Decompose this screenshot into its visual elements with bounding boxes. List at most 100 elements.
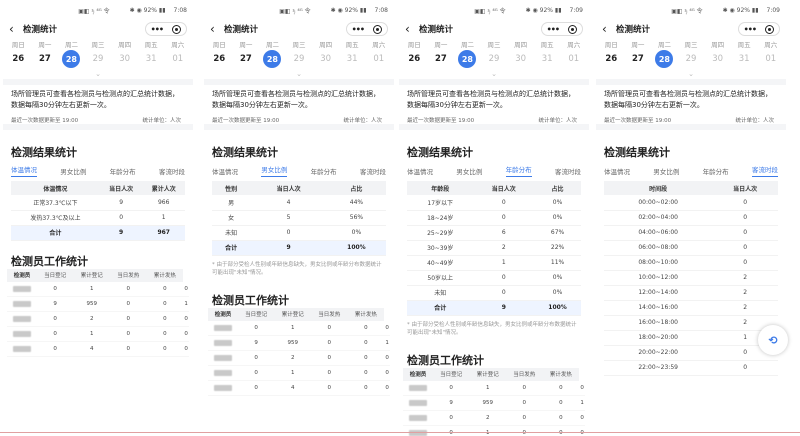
signal-icons: ▣◧ ᵌ᷊ₗ ⁴ᴳ 令 xyxy=(78,7,110,15)
close-target-icon[interactable] xyxy=(172,24,182,34)
table-cell: 56% xyxy=(326,210,386,226)
back-icon[interactable]: ‹ xyxy=(210,23,222,35)
date-item[interactable]: 30 xyxy=(704,54,731,64)
more-icon[interactable]: ••• xyxy=(547,25,560,34)
more-icon[interactable]: ••• xyxy=(352,25,365,34)
unit-label: 统计单位：人次 xyxy=(735,118,774,124)
phone-screen-1: ▣◧ ᵌ᷊ₗ ⁴ᴳ 令 ✱ ◉ 92% ▮▮ 7:08 ‹ 检测统计 ••• 周日 周一 周二周… xyxy=(3,0,193,436)
date-item[interactable]: 31 xyxy=(731,54,758,64)
date-item[interactable]: 26 xyxy=(401,54,428,64)
date-item[interactable]: 27 xyxy=(428,54,455,64)
worker-name-cell xyxy=(403,395,433,411)
date-item[interactable]: 29 xyxy=(286,54,313,64)
date-item[interactable]: 01 xyxy=(757,54,784,64)
more-icon[interactable]: ••• xyxy=(151,25,164,34)
date-item[interactable]: 28 xyxy=(58,50,85,68)
back-icon[interactable]: ‹ xyxy=(9,23,21,35)
back-icon[interactable]: ‹ xyxy=(405,23,417,35)
table-cell: 0 xyxy=(432,410,470,426)
date-item[interactable]: 28 xyxy=(259,50,286,68)
expand-calendar-icon[interactable]: ⌄ xyxy=(3,69,193,79)
mini-program-capsule[interactable]: ••• xyxy=(346,22,388,36)
date-item[interactable]: 26 xyxy=(598,54,625,64)
date-item[interactable]: 26 xyxy=(5,54,32,64)
date-item[interactable]: 30 xyxy=(111,54,138,64)
mini-program-capsule[interactable]: ••• xyxy=(145,22,187,36)
tab-1[interactable]: 男女比例 xyxy=(60,166,86,176)
tab-1[interactable]: 男女比例 xyxy=(261,165,288,177)
date-item[interactable]: 28 xyxy=(454,50,481,68)
tab-2[interactable]: 年龄分布 xyxy=(311,166,337,176)
date-item[interactable]: 29 xyxy=(481,54,508,64)
table-cell: 0 xyxy=(432,425,470,436)
close-target-icon[interactable] xyxy=(373,24,383,34)
mini-program-capsule[interactable]: ••• xyxy=(541,22,583,36)
tab-2[interactable]: 年龄分布 xyxy=(505,165,532,177)
date-item[interactable]: 01 xyxy=(365,54,392,64)
column-header: 检测员 xyxy=(7,268,37,282)
table-cell: 0 xyxy=(36,341,74,357)
nav-bar: ‹ 检测统计 ••• xyxy=(596,20,786,38)
tab-0[interactable]: 体温情况 xyxy=(11,165,37,177)
table-cell: 0 xyxy=(237,365,275,381)
tab-2[interactable]: 年龄分布 xyxy=(703,166,729,176)
tab-3[interactable]: 客流时段 xyxy=(555,166,581,176)
table-row: 9 959 0 0 1 xyxy=(7,296,189,312)
table-cell: 0 xyxy=(579,410,585,426)
date-item[interactable]: 31 xyxy=(339,54,366,64)
table-cell: 2 xyxy=(469,410,507,426)
tab-3[interactable]: 客流时段 xyxy=(159,166,185,176)
table-header: 年龄段 当日人次 占比 xyxy=(407,181,581,195)
expand-calendar-icon[interactable]: ⌄ xyxy=(204,69,394,79)
mini-program-capsule[interactable]: ••• xyxy=(738,22,780,36)
date-item[interactable]: 30 xyxy=(507,54,534,64)
worker-name-cell xyxy=(208,335,238,351)
age: 年龄段 当日人次 占比 17岁以下 0 0% 18~24岁 0 0% 25~29岁 6 67% 30~3… xyxy=(399,178,589,316)
refresh-float-button[interactable]: ⟲ xyxy=(758,325,788,355)
table-cell: 0% xyxy=(534,270,581,286)
description: 场所管理员可查看各检测员与检测点的汇总统计数据，数据每隔30分钟左右更新一次。 xyxy=(11,90,179,109)
expand-calendar-icon[interactable]: ⌄ xyxy=(596,69,786,79)
tab-1[interactable]: 男女比例 xyxy=(653,166,679,176)
table-cell: 2 xyxy=(73,311,111,327)
table-row: 发热37.3℃及以上 0 1 xyxy=(11,210,185,226)
date-item[interactable]: 30 xyxy=(312,54,339,64)
date-item[interactable]: 27 xyxy=(233,54,260,64)
table-cell: 0 xyxy=(110,341,147,357)
table-header: 检测员 当日登记 累计登记 当日发热 累计发热 xyxy=(403,367,585,381)
tab-0[interactable]: 体温情况 xyxy=(604,166,630,176)
section-title: 检测结果统计 xyxy=(604,146,670,159)
temperature-table: 体温情况 当日人次 累计人次 正常37.3℃以下 9 966 发热37.3℃及以上 0 1 合计 9… xyxy=(11,181,185,241)
date-item[interactable]: 29 xyxy=(678,54,705,64)
close-target-icon[interactable] xyxy=(568,24,578,34)
tab-1[interactable]: 男女比例 xyxy=(456,166,482,176)
tab-2[interactable]: 年龄分布 xyxy=(110,166,136,176)
close-target-icon[interactable] xyxy=(765,24,775,34)
tab-3[interactable]: 客流时段 xyxy=(751,165,778,177)
selected-date: 28 xyxy=(263,50,282,68)
table-cell: 0 xyxy=(384,350,390,366)
table-cell: 0 xyxy=(473,210,535,226)
weekday-label: 周六 xyxy=(171,40,185,49)
expand-calendar-icon[interactable]: ⌄ xyxy=(399,69,589,79)
date-item[interactable]: 27 xyxy=(625,54,652,64)
back-icon[interactable]: ‹ xyxy=(602,23,614,35)
table-cell: 1 xyxy=(142,210,185,226)
more-icon[interactable]: ••• xyxy=(744,25,757,34)
date-item[interactable]: 01 xyxy=(164,54,191,64)
date-item[interactable]: 28 xyxy=(651,50,678,68)
tab-3[interactable]: 客流时段 xyxy=(360,166,386,176)
date-item[interactable]: 31 xyxy=(138,54,165,64)
section-title: 检测结果统计 xyxy=(11,146,77,159)
status-bar: ▣◧ ᵌ᷊ₗ ⁴ᴳ 令 ✱ ◉ 92% ▮▮ 7:08 xyxy=(204,0,394,20)
tab-0[interactable]: 体温情况 xyxy=(407,166,433,176)
unit-label: 统计单位：人次 xyxy=(538,118,577,124)
date-item[interactable]: 27 xyxy=(32,54,59,64)
date-item[interactable]: 29 xyxy=(85,54,112,64)
tab-0[interactable]: 体温情况 xyxy=(212,166,238,176)
date-item[interactable]: 26 xyxy=(206,54,233,64)
date-item[interactable]: 31 xyxy=(534,54,561,64)
column-header: 累计登记 xyxy=(73,268,111,282)
date-item[interactable]: 01 xyxy=(560,54,587,64)
redacted-name xyxy=(213,369,232,376)
